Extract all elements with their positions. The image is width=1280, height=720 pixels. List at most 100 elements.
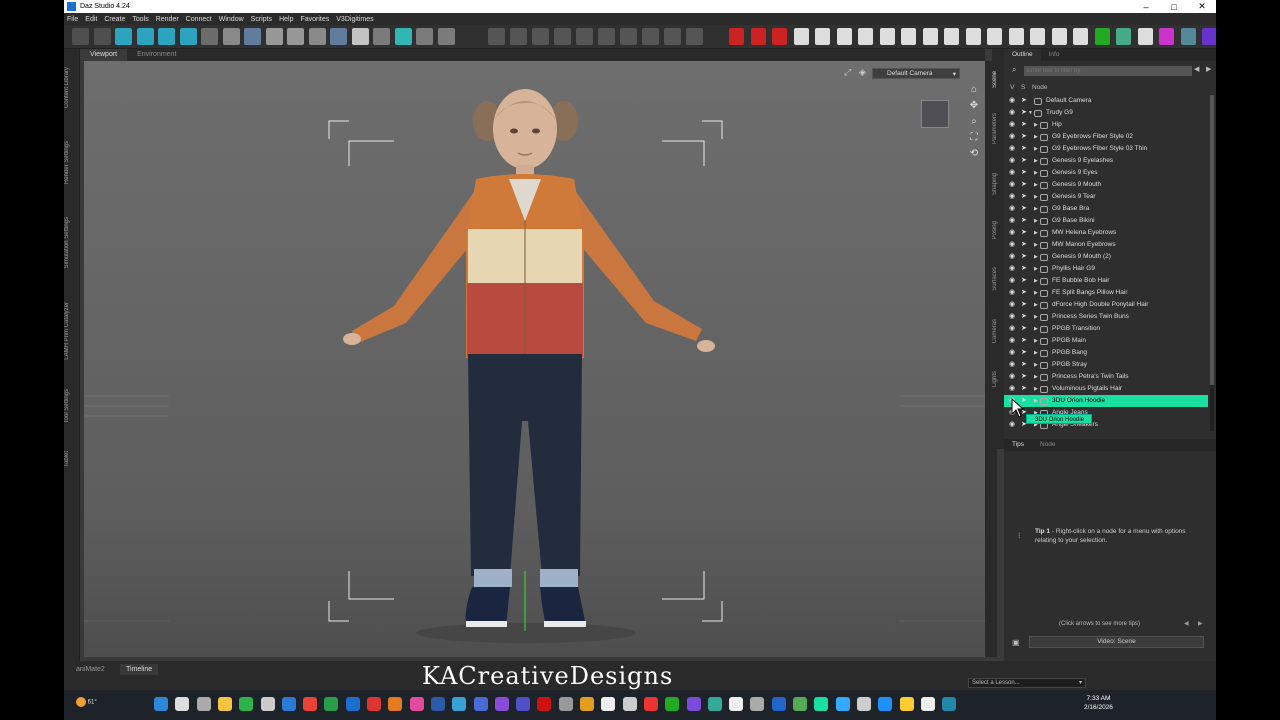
tree-node[interactable]: ◉ ➤ Default Camera: [1004, 95, 1208, 107]
visibility-eye-icon[interactable]: ◉: [1009, 227, 1015, 239]
selectable-cursor-icon[interactable]: ➤: [1021, 383, 1027, 395]
expand-arrow-icon[interactable]: ▶: [1034, 311, 1038, 323]
expand-arrow-icon[interactable]: ▶: [1034, 179, 1038, 191]
side-tab-shaping[interactable]: Shaping: [992, 173, 1004, 195]
rotate-tool-icon[interactable]: [136, 28, 154, 45]
side-tab-posing[interactable]: Posing: [992, 221, 1004, 239]
tree-node[interactable]: ◉➤▶3DU Orion Hoodie: [1004, 395, 1208, 407]
taskbar-app-icon[interactable]: [217, 697, 232, 711]
menu-render[interactable]: Render: [156, 16, 179, 23]
visibility-eye-icon[interactable]: ◉: [1009, 287, 1015, 299]
visibility-eye-icon[interactable]: ◉: [1009, 251, 1015, 263]
tree-node[interactable]: ◉ ➤ ▶ Genesis 9 Mouth (2): [1004, 251, 1208, 263]
tab-timeline[interactable]: Timeline: [120, 664, 159, 675]
tab-info[interactable]: Info: [1041, 49, 1068, 61]
arrow-left-icon[interactable]: ◀: [1194, 65, 1199, 73]
taskbar-app-icon[interactable]: [281, 697, 296, 711]
image-icon[interactable]: [287, 28, 304, 45]
image-icon[interactable]: [308, 28, 326, 45]
tree-node[interactable]: ◉ ➤ ▶ G9 Base Bikini: [1004, 215, 1208, 227]
selectable-cursor-icon[interactable]: ➤: [1021, 251, 1027, 263]
selectable-cursor-icon[interactable]: ➤: [1021, 335, 1027, 347]
selectable-cursor-icon[interactable]: ➤: [1021, 287, 1027, 299]
side-tab-scene[interactable]: Scene: [992, 71, 1004, 88]
arrow-right-icon[interactable]: ▶: [1206, 65, 1211, 73]
zoom-icon[interactable]: ⌕: [968, 116, 980, 128]
lesson-button[interactable]: Video: Scene: [1029, 636, 1204, 648]
undo-icon[interactable]: [72, 28, 89, 45]
taskbar-app-icon[interactable]: [750, 697, 765, 711]
visibility-eye-icon[interactable]: ◉: [1009, 119, 1015, 131]
visibility-eye-icon[interactable]: ◉: [1009, 263, 1015, 275]
taskbar-app-icon[interactable]: [388, 697, 403, 711]
script-shortcut-icon[interactable]: [815, 28, 830, 45]
taskbar-app-icon[interactable]: [601, 697, 616, 711]
taskbar-app-icon[interactable]: [771, 697, 786, 711]
tree-node[interactable]: ◉ ➤ ▶ MW Manon Eyebrows: [1004, 239, 1208, 251]
tree-node[interactable]: ◉ ➤ ▶ Genesis 9 Mouth: [1004, 179, 1208, 191]
selectable-cursor-icon[interactable]: ➤: [1021, 275, 1027, 287]
scroll-thumb[interactable]: [1210, 95, 1214, 385]
visibility-eye-icon[interactable]: ◉: [1009, 311, 1015, 323]
taskbar-app-icon[interactable]: [856, 697, 871, 711]
3d-viewport[interactable]: [84, 61, 985, 657]
selectable-cursor-icon[interactable]: ➤: [1021, 299, 1027, 311]
script-shortcut-icon[interactable]: [1116, 28, 1131, 45]
next-tip-icon[interactable]: ▶: [1198, 620, 1203, 627]
selectable-cursor-icon[interactable]: ➤: [1021, 371, 1027, 383]
navigation-cube[interactable]: [921, 100, 949, 128]
script-shortcut-icon[interactable]: [1180, 28, 1196, 45]
visibility-eye-icon[interactable]: ◉: [1009, 347, 1015, 359]
taskbar-app-icon[interactable]: [494, 697, 509, 711]
tree-node[interactable]: ◉ ➤ ▶ Princess Series Twin Buns: [1004, 311, 1208, 323]
script-shortcut-icon[interactable]: [922, 28, 938, 45]
taskbar-app-icon[interactable]: [729, 697, 744, 711]
selectable-cursor-icon[interactable]: ➤: [1021, 215, 1027, 227]
script-shortcut-icon[interactable]: [1159, 28, 1174, 45]
universal-tool-icon[interactable]: [115, 28, 132, 45]
viewport-options-icon[interactable]: ⤢: [844, 67, 851, 78]
pose-tool-icon[interactable]: [510, 28, 527, 45]
pose-tool-icon[interactable]: [532, 28, 549, 45]
prev-tip-icon[interactable]: ◀: [1184, 620, 1189, 627]
script-shortcut-icon[interactable]: [1094, 28, 1110, 45]
taskbar-app-icon[interactable]: [516, 697, 531, 711]
side-tab-lights[interactable]: Lights: [992, 371, 1004, 387]
tree-node[interactable]: ◉ ➤ ▶ MW Helena Eyebrows: [1004, 227, 1208, 239]
menu-edit[interactable]: Edit: [85, 16, 97, 23]
selectable-cursor-icon[interactable]: ➤: [1021, 311, 1027, 323]
pose-tool-icon[interactable]: [620, 28, 637, 45]
tree-node[interactable]: ◉ ➤ ▶ G9 Eyebrows Fiber Style 03 Thin: [1004, 143, 1208, 155]
visibility-eye-icon[interactable]: ◉: [1009, 299, 1015, 311]
taskbar-app-icon[interactable]: [814, 697, 829, 711]
selectable-cursor-icon[interactable]: ➤: [1021, 167, 1027, 179]
taskbar-app-icon[interactable]: [345, 697, 360, 711]
draw-style-icon[interactable]: ◈: [859, 67, 866, 78]
tree-scrollbar[interactable]: [1210, 95, 1214, 431]
expand-arrow-icon[interactable]: ▶: [1034, 347, 1038, 359]
selectable-cursor-icon[interactable]: ➤: [1021, 239, 1027, 251]
script-shortcut-icon[interactable]: [1073, 28, 1088, 45]
pan-icon[interactable]: ✥: [968, 100, 980, 112]
taskbar-app-icon[interactable]: [324, 697, 339, 711]
pose-tool-icon[interactable]: [686, 28, 703, 45]
taskbar-app-icon[interactable]: [473, 697, 488, 711]
menu-create[interactable]: Create: [104, 16, 125, 23]
pose-tool-icon[interactable]: [554, 28, 571, 45]
expand-arrow-icon[interactable]: ▶: [1034, 395, 1038, 407]
tree-node[interactable]: ◉ ➤ ▶ Genesis 9 Tear: [1004, 191, 1208, 203]
taskbar-app-icon[interactable]: [793, 697, 807, 711]
selectable-cursor-icon[interactable]: ➤: [1021, 191, 1027, 203]
expand-arrow-icon[interactable]: ▶: [1034, 119, 1038, 131]
maximize-button[interactable]: □: [1160, 2, 1188, 12]
script-shortcut-icon[interactable]: [836, 28, 852, 45]
start-icon[interactable]: [154, 697, 168, 711]
menu-v3digitimes[interactable]: V3Digitimes: [336, 16, 373, 23]
expand-arrow-icon[interactable]: ▶: [1034, 335, 1038, 347]
filter-input[interactable]: [1024, 66, 1192, 76]
selectable-cursor-icon[interactable]: ➤: [1021, 203, 1027, 215]
tree-node[interactable]: ◉ ➤ ▶ FE Split Bangs Pillow Hair: [1004, 287, 1208, 299]
menu-scripts[interactable]: Scripts: [251, 16, 272, 23]
scene-tree[interactable]: ◉ ➤ Default Camera ◉ ➤ ▼ Trudy G9 ◉ ➤ ▶ Hip ◉ ➤ ▶ G9 E…: [1004, 95, 1208, 431]
select-arrow-icon[interactable]: [394, 28, 412, 45]
